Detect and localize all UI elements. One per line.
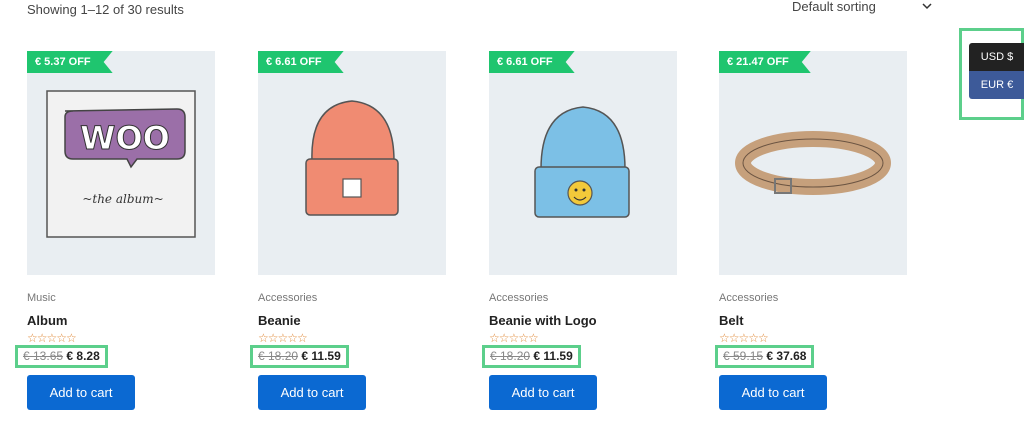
currency-eur-button[interactable]: EUR € bbox=[969, 71, 1024, 99]
price: € 59.15 € 37.68 bbox=[715, 345, 815, 368]
price: € 13.65 € 8.28 bbox=[15, 345, 108, 368]
add-to-cart-button[interactable]: Add to cart bbox=[489, 375, 597, 410]
discount-badge: € 21.47 OFF bbox=[719, 51, 811, 73]
product-image[interactable]: € 6.61 OFF bbox=[489, 51, 677, 275]
product-image[interactable]: € 21.47 OFF bbox=[719, 51, 907, 275]
add-to-cart-button[interactable]: Add to cart bbox=[719, 375, 827, 410]
beanie-orange-art bbox=[305, 100, 399, 216]
album-cover-art: WOO ~the album~ bbox=[46, 90, 196, 238]
product-title[interactable]: Album bbox=[27, 313, 67, 328]
product-card[interactable]: € 6.61 OFF bbox=[258, 51, 446, 275]
sale-price: € 11.59 bbox=[533, 349, 573, 363]
album-caption: ~the album~ bbox=[82, 192, 163, 206]
old-price: € 13.65 bbox=[23, 349, 64, 363]
discount-badge: € 6.61 OFF bbox=[489, 51, 575, 73]
beanie-blue-art bbox=[534, 106, 630, 218]
rating-stars: ☆☆☆☆☆ bbox=[27, 331, 77, 345]
product-category[interactable]: Accessories bbox=[489, 292, 548, 304]
price: € 18.20 € 11.59 bbox=[250, 345, 349, 368]
product-title[interactable]: Beanie bbox=[258, 313, 301, 328]
currency-usd-button[interactable]: USD $ bbox=[969, 43, 1024, 71]
old-price: € 59.15 bbox=[723, 349, 764, 363]
add-to-cart-button[interactable]: Add to cart bbox=[27, 375, 135, 410]
product-card[interactable]: WOO ~the album~ € 5.37 OFF bbox=[27, 51, 215, 275]
chevron-down-icon bbox=[922, 3, 932, 10]
sale-price: € 11.59 bbox=[301, 349, 341, 363]
rating-stars: ☆☆☆☆☆ bbox=[489, 331, 539, 345]
product-title[interactable]: Belt bbox=[719, 313, 744, 328]
sale-price: € 8.28 bbox=[66, 349, 100, 363]
results-count: Showing 1–12 of 30 results bbox=[27, 2, 184, 17]
sale-price: € 37.68 bbox=[766, 349, 807, 363]
belt-art bbox=[735, 131, 891, 195]
product-title[interactable]: Beanie with Logo bbox=[489, 313, 597, 328]
discount-badge: € 6.61 OFF bbox=[258, 51, 344, 73]
old-price: € 18.20 bbox=[258, 349, 299, 363]
add-to-cart-button[interactable]: Add to cart bbox=[258, 375, 366, 410]
product-category[interactable]: Accessories bbox=[719, 292, 778, 304]
product-category[interactable]: Accessories bbox=[258, 292, 317, 304]
product-category[interactable]: Music bbox=[27, 292, 56, 304]
old-price: € 18.20 bbox=[490, 349, 531, 363]
rating-stars: ☆☆☆☆☆ bbox=[258, 331, 308, 345]
product-card[interactable]: € 21.47 OFF bbox=[719, 51, 907, 275]
price: € 18.20 € 11.59 bbox=[482, 345, 581, 368]
product-image[interactable]: € 6.61 OFF bbox=[258, 51, 446, 275]
sorting-select[interactable]: Default sorting bbox=[792, 0, 937, 17]
album-logo-text: WOO bbox=[80, 119, 170, 157]
rating-stars: ☆☆☆☆☆ bbox=[719, 331, 769, 345]
product-image[interactable]: WOO ~the album~ € 5.37 OFF bbox=[27, 51, 215, 275]
sorting-label: Default sorting bbox=[792, 0, 876, 14]
discount-badge: € 5.37 OFF bbox=[27, 51, 113, 73]
product-card[interactable]: € 6.61 OFF bbox=[489, 51, 677, 275]
smiley-logo-icon bbox=[567, 180, 593, 206]
